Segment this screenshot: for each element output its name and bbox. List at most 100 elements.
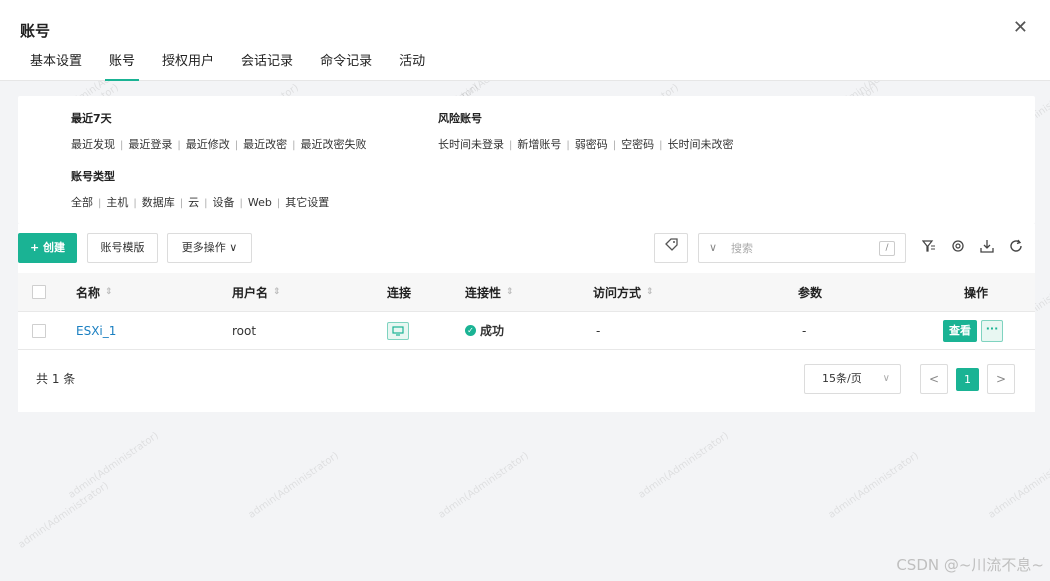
prev-page-button[interactable]: <	[920, 364, 948, 394]
separator: |	[133, 198, 137, 209]
filter-group-recent: 最近7天 最近发现 | 最近登录 | 最近修改 | 最近改密 | 最近改密失败	[71, 110, 367, 152]
chevron-down-icon[interactable]: ∨	[709, 241, 717, 254]
filter-recent-password-changed[interactable]: 最近改密	[243, 138, 287, 151]
table-row: ESXi_1 root ✓ 成功 - - 查看 ···	[18, 312, 1035, 350]
separator: |	[276, 198, 281, 209]
filter-recent-login[interactable]: 最近登录	[128, 138, 172, 151]
separator: |	[179, 198, 184, 209]
total-count: 共 1 条	[36, 372, 76, 386]
watermark: admin(Administrator)	[436, 450, 531, 521]
filter-new-accounts[interactable]: 新增账号	[517, 138, 561, 151]
watermark: admin(Administrator)	[636, 430, 731, 501]
tab-bar: 基本设置 账号 授权用户 会话记录 命令记录 活动	[30, 54, 452, 81]
more-actions-dropdown[interactable]: 更多操作 ∨	[167, 233, 252, 263]
filter-group-title: 最近7天	[71, 112, 112, 125]
filter-long-no-password-change[interactable]: 长时间未改密	[668, 138, 734, 151]
drawer-title: 账号	[20, 22, 51, 40]
filter-type-database[interactable]: 数据库	[142, 196, 175, 209]
create-button[interactable]: + 创建	[18, 233, 77, 263]
filter-type-web[interactable]: Web	[248, 196, 272, 209]
filter-recent-discovered[interactable]: 最近发现	[71, 138, 115, 151]
account-username: root	[232, 323, 257, 338]
filter-empty-password[interactable]: 空密码	[621, 138, 654, 151]
filter-long-no-login[interactable]: 长时间未登录	[438, 138, 504, 151]
separator: |	[239, 198, 243, 209]
tab-basic-settings[interactable]: 基本设置	[30, 54, 82, 81]
account-template-button[interactable]: 账号模版	[87, 233, 158, 263]
column-params: 参数	[798, 273, 822, 311]
select-all-checkbox[interactable]	[32, 273, 46, 311]
view-button[interactable]: 查看	[943, 319, 977, 342]
column-label: 访问方式	[593, 285, 642, 300]
tab-authorized-users[interactable]: 授权用户	[162, 54, 214, 81]
filter-type-host[interactable]: 主机	[106, 196, 128, 209]
column-label: 用户名	[232, 285, 269, 300]
row-checkbox[interactable]	[32, 312, 46, 349]
filter-type-all[interactable]: 全部	[71, 196, 93, 209]
tab-command-records[interactable]: 命令记录	[320, 54, 372, 81]
column-name[interactable]: 名称 ⇕	[76, 273, 113, 311]
separator: |	[234, 140, 239, 151]
separator: |	[177, 140, 181, 151]
column-username[interactable]: 用户名 ⇕	[232, 273, 281, 311]
search-shortcut-hint: /	[879, 241, 895, 256]
csdn-credit: CSDN @~川流不息~	[896, 556, 1044, 574]
table-header: 名称 ⇕ 用户名 ⇕ 连接 连接性 ⇕ 访问方式 ⇕ 参数 操作	[18, 273, 1035, 312]
separator: |	[204, 198, 208, 209]
search-input[interactable]	[731, 239, 861, 257]
column-label: 操作	[964, 285, 989, 300]
drawer-header: 账号 ✕ 基本设置 账号 授权用户 会话记录 命令记录 活动	[0, 0, 1050, 81]
filter-type-other[interactable]: 其它设置	[285, 196, 329, 209]
filter-items: 长时间未登录 | 新增账号 | 弱密码 | 空密码 | 长时间未改密	[438, 136, 734, 152]
account-name-link[interactable]: ESXi_1	[76, 324, 116, 338]
page-number-button[interactable]: 1	[956, 368, 979, 391]
column-actions: 操作	[964, 273, 988, 311]
filter-type-device[interactable]: 设备	[213, 196, 235, 209]
column-access-method[interactable]: 访问方式 ⇕	[593, 273, 654, 311]
tag-icon[interactable]	[654, 233, 688, 263]
filter-items: 全部 | 主机 | 数据库 | 云 | 设备 | Web | 其它设置	[71, 194, 329, 210]
filter-type-cloud[interactable]: 云	[188, 196, 199, 209]
next-page-button[interactable]: >	[987, 364, 1015, 394]
column-connect: 连接	[387, 273, 411, 311]
tab-activity[interactable]: 活动	[399, 54, 425, 81]
chevron-down-icon: ∨	[882, 373, 890, 384]
filter-recent-password-change-failed[interactable]: 最近改密失败	[301, 138, 367, 151]
filter-items: 最近发现 | 最近登录 | 最近修改 | 最近改密 | 最近改密失败	[71, 136, 367, 152]
separator: |	[659, 140, 663, 151]
filter-recent-modified[interactable]: 最近修改	[186, 138, 230, 151]
close-icon[interactable]: ✕	[1013, 18, 1028, 38]
sort-icon[interactable]: ⇕	[506, 287, 514, 297]
download-icon[interactable]	[980, 239, 994, 258]
account-list-panel: + 创建 账号模版 更多操作 ∨ ∨ / 名称⇕ 用户名⇕ 连接 连接性⇕ 访问	[18, 224, 1035, 412]
search-box: ∨ /	[698, 233, 906, 263]
watermark: admin(Administrator)	[986, 450, 1050, 521]
check-circle-icon: ✓	[465, 325, 476, 336]
list-toolbar: + 创建 账号模版 更多操作 ∨ ∨ /	[18, 233, 1035, 263]
column-label: 名称	[76, 285, 101, 300]
more-actions-icon[interactable]: ···	[981, 319, 1003, 342]
separator: |	[612, 140, 617, 151]
column-label: 参数	[798, 285, 823, 300]
sort-icon[interactable]: ⇕	[273, 287, 281, 297]
table-footer: 共 1 条 15条/页 ∨ < 1 >	[18, 350, 1035, 406]
filter-weak-password[interactable]: 弱密码	[575, 138, 608, 151]
sort-icon[interactable]: ⇕	[646, 287, 654, 297]
column-connectivity[interactable]: 连接性 ⇕	[465, 273, 514, 311]
filter-group-risk: 风险账号 长时间未登录 | 新增账号 | 弱密码 | 空密码 | 长时间未改密	[438, 110, 734, 152]
filter-columns-icon[interactable]	[921, 239, 936, 258]
tab-session-records[interactable]: 会话记录	[241, 54, 293, 81]
watermark: admin(Administrator)	[66, 430, 161, 501]
filter-group-title: 账号类型	[71, 170, 115, 183]
sort-icon[interactable]: ⇕	[105, 287, 113, 297]
monitor-icon[interactable]	[387, 321, 409, 340]
separator: |	[509, 140, 513, 151]
page-size-select[interactable]: 15条/页 ∨	[804, 364, 901, 394]
settings-icon[interactable]	[951, 239, 965, 258]
watermark: admin(Administrator)	[16, 480, 111, 551]
quick-filter-panel: 最近7天 最近发现 | 最近登录 | 最近修改 | 最近改密 | 最近改密失败 风险账号 长时间…	[18, 96, 1035, 224]
params-value: -	[802, 323, 807, 338]
tab-accounts[interactable]: 账号	[105, 54, 140, 81]
separator: |	[98, 198, 102, 209]
refresh-icon[interactable]	[1009, 239, 1023, 258]
